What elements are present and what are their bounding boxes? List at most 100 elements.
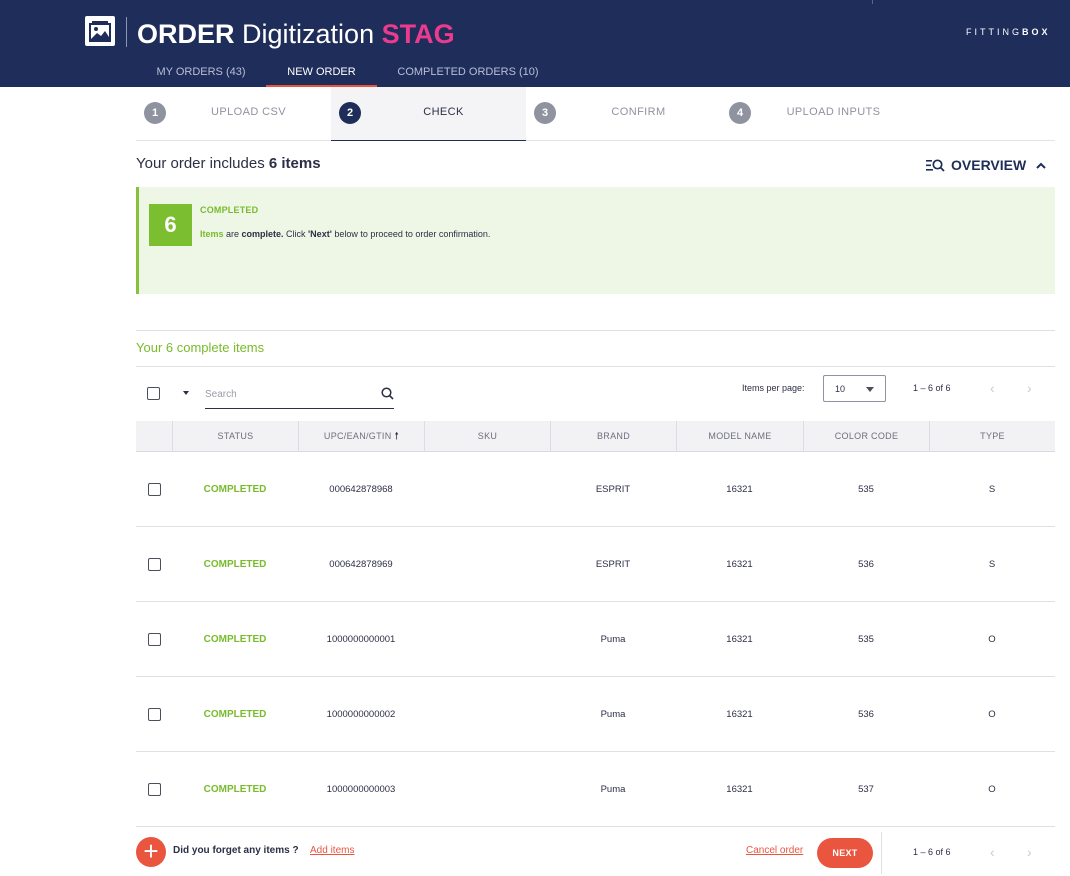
row-brand: ESPRIT <box>595 484 631 495</box>
chevron-up-icon <box>1036 162 1046 169</box>
footer-pagination-range: 1 – 6 of 6 <box>913 847 951 857</box>
row-checkbox[interactable] <box>148 783 161 796</box>
row-checkbox[interactable] <box>148 558 161 571</box>
complete-items-title: Your 6 complete items <box>136 340 265 355</box>
completed-status-card: 6 COMPLETED Items are complete. Click 'N… <box>136 187 1055 294</box>
row-upc: 1000000000002 <box>326 709 396 720</box>
row-type: O <box>988 709 996 720</box>
brand-logo: FITTINGBOX <box>966 27 1051 37</box>
row-sku <box>424 677 550 752</box>
main-nav: MY ORDERS (43) NEW ORDER COMPLETED ORDER… <box>0 58 1070 87</box>
row-model-name: 16321 <box>726 484 753 495</box>
overview-search-icon <box>926 158 945 172</box>
completed-count-badge: 6 <box>149 204 192 246</box>
search-icon[interactable] <box>381 387 394 400</box>
card-desc-items: Items <box>200 229 224 239</box>
order-item-count: 6 items <box>268 155 321 172</box>
table-row[interactable]: COMPLETED 000642878968 ESPRIT 16321 535 … <box>136 452 1055 527</box>
row-brand: ESPRIT <box>595 559 631 570</box>
card-desc-are: are <box>223 229 242 239</box>
step-label: CHECK <box>423 106 464 118</box>
row-status: COMPLETED <box>203 784 267 795</box>
app-logo-icon[interactable] <box>85 16 115 46</box>
tab-my-orders[interactable]: MY ORDERS (43) <box>141 58 261 87</box>
footer-next-page-icon[interactable]: › <box>1027 845 1032 859</box>
select-all-checkbox[interactable] <box>147 387 160 400</box>
column-header-sku[interactable]: SKU <box>424 421 550 452</box>
next-button[interactable]: NEXT <box>817 838 873 868</box>
row-upc: 000642878969 <box>329 559 393 570</box>
row-status: COMPLETED <box>203 634 267 645</box>
items-per-page-select[interactable]: 10 <box>823 375 886 402</box>
next-page-icon[interactable]: › <box>1027 381 1032 395</box>
row-type: S <box>988 484 996 495</box>
card-desc-rest: below to proceed to order confirmation. <box>331 229 491 239</box>
row-color-code: 536 <box>858 559 874 570</box>
sort-ascending-icon: 🠕 <box>394 431 400 442</box>
card-status-label: COMPLETED <box>200 205 259 215</box>
step-upload-csv[interactable]: 1 UPLOAD CSV <box>136 87 331 141</box>
brand-logo-part1: FITTING <box>966 27 1022 37</box>
row-upc: 1000000000003 <box>326 784 396 795</box>
step-number: 4 <box>729 102 751 124</box>
row-type: O <box>988 634 996 645</box>
items-per-page-value: 10 <box>835 384 846 394</box>
row-brand: Puma <box>600 784 626 795</box>
tab-completed-orders[interactable]: COMPLETED ORDERS (10) <box>384 58 552 87</box>
step-number: 1 <box>144 102 166 124</box>
cancel-order-link[interactable]: Cancel order <box>746 845 803 856</box>
dropdown-caret-icon <box>866 387 874 392</box>
add-items-plus-icon[interactable]: + <box>136 837 166 867</box>
row-model-name: 16321 <box>726 709 753 720</box>
row-checkbox[interactable] <box>148 708 161 721</box>
step-confirm[interactable]: 3 CONFIRM <box>526 87 721 141</box>
table-row[interactable]: COMPLETED 000642878969 ESPRIT 16321 536 … <box>136 527 1055 602</box>
table-row[interactable]: COMPLETED 1000000000003 Puma 16321 537 O <box>136 752 1055 827</box>
app-title-order: ORDER <box>137 19 235 49</box>
card-description: Items are complete. Click 'Next' below t… <box>200 229 490 239</box>
row-status: COMPLETED <box>203 484 267 495</box>
order-summary-prefix: Your order includes <box>136 155 269 172</box>
row-sku <box>424 452 550 527</box>
row-upc: 1000000000001 <box>326 634 396 645</box>
step-label: UPLOAD CSV <box>211 106 286 118</box>
step-label: CONFIRM <box>611 106 666 118</box>
overview-label: OVERVIEW <box>951 157 1027 173</box>
app-title-digitization: Digitization <box>242 19 375 49</box>
add-items-link[interactable]: Add items <box>310 845 354 856</box>
overview-toggle[interactable]: OVERVIEW <box>926 155 1052 175</box>
row-brand: Puma <box>600 709 626 720</box>
row-checkbox[interactable] <box>148 633 161 646</box>
table-row[interactable]: COMPLETED 1000000000002 Puma 16321 536 O <box>136 677 1055 752</box>
previous-page-icon[interactable]: ‹ <box>990 381 995 395</box>
header-divider <box>126 17 127 47</box>
brand-logo-part2: BOX <box>1022 27 1051 37</box>
column-header-upc[interactable]: UPC/EAN/GTIN 🠕 <box>298 421 424 452</box>
column-header-color-code[interactable]: COLOR CODE <box>803 421 929 452</box>
order-summary: Your order includes 6 items <box>136 155 321 172</box>
select-menu-caret-icon[interactable] <box>183 391 189 395</box>
row-type: O <box>988 784 996 795</box>
row-color-code: 535 <box>858 634 874 645</box>
search-input[interactable] <box>205 386 375 402</box>
section-divider <box>136 330 1055 331</box>
table-header: STATUS UPC/EAN/GTIN 🠕 SKU BRAND MODEL NAM… <box>136 421 1055 452</box>
row-model-name: 16321 <box>726 784 753 795</box>
step-upload-inputs[interactable]: 4 UPLOAD INPUTS <box>721 87 916 141</box>
column-header-status[interactable]: STATUS <box>172 421 298 452</box>
footer-previous-page-icon[interactable]: ‹ <box>990 845 995 859</box>
row-sku <box>424 602 550 677</box>
app-title: ORDER Digitization STAG <box>137 17 455 51</box>
row-status: COMPLETED <box>203 559 267 570</box>
card-desc-next: 'Next' <box>308 229 332 239</box>
row-sku <box>424 527 550 602</box>
step-check[interactable]: 2 CHECK <box>331 87 526 141</box>
column-header-type[interactable]: TYPE <box>929 421 1055 452</box>
tab-new-order[interactable]: NEW ORDER <box>266 58 377 87</box>
row-checkbox[interactable] <box>148 483 161 496</box>
column-header-model-name[interactable]: MODEL NAME <box>676 421 803 452</box>
row-sku <box>424 752 550 827</box>
row-type: S <box>988 559 996 570</box>
column-header-brand[interactable]: BRAND <box>550 421 676 452</box>
table-row[interactable]: COMPLETED 1000000000001 Puma 16321 535 O <box>136 602 1055 677</box>
